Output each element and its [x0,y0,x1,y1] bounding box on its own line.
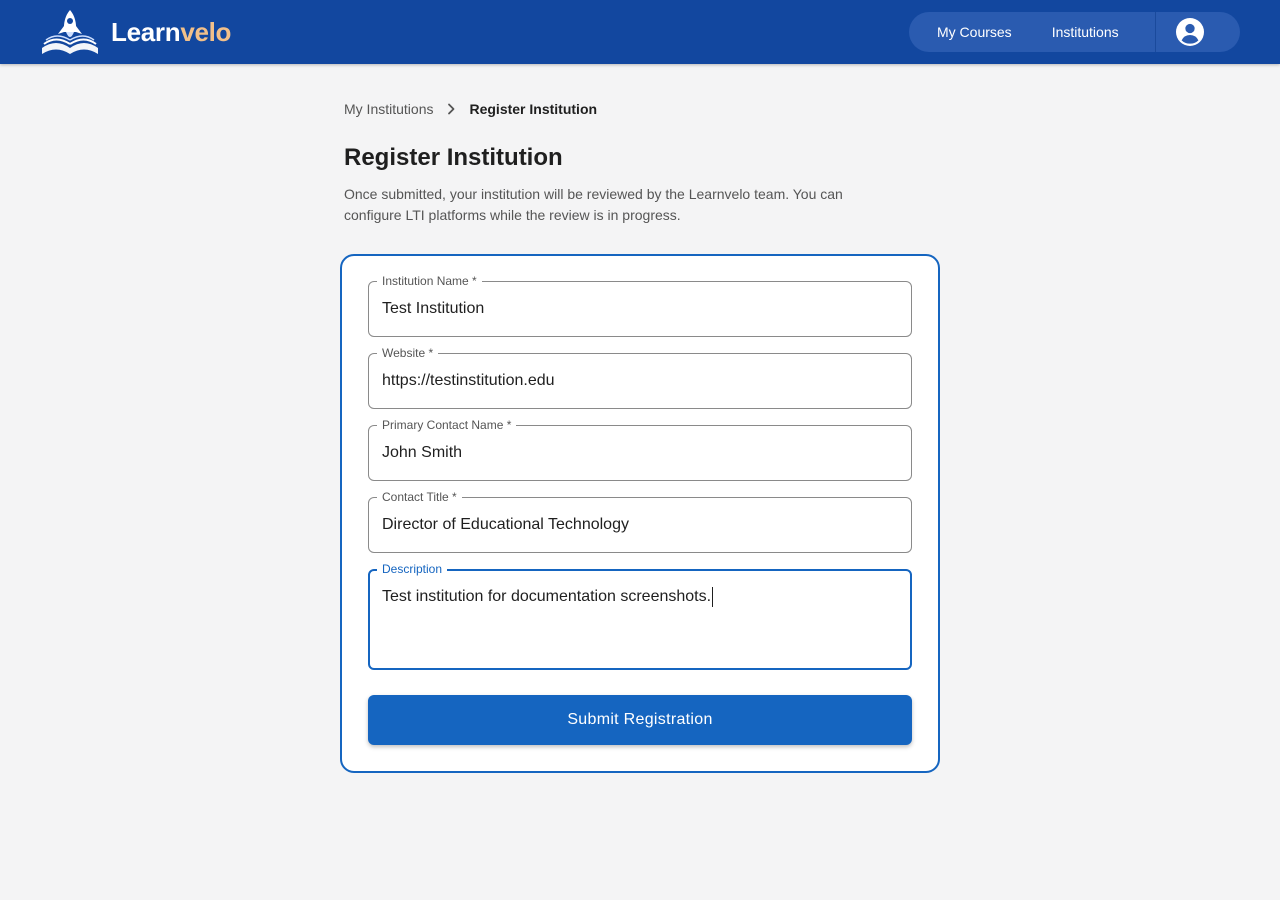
description-label: Description [377,562,448,576]
contact-title-input[interactable]: Director of Educational Technology [382,515,898,535]
account-circle-icon [1175,18,1204,46]
brand-name: Learnvelo [111,8,231,56]
main-nav: My Courses Institutions [909,12,1240,52]
breadcrumb-my-institutions[interactable]: My Institutions [344,101,433,117]
contact-title-field[interactable]: Contact Title * Director of Educational … [368,490,912,553]
page-description: Once submitted, your institution will be… [344,186,843,223]
registration-form-card: Institution Name * Test Institution Webs… [340,254,940,773]
contact-title-label: Contact Title * [377,490,462,504]
primary-contact-name-label: Primary Contact Name * [377,418,517,432]
description-text: Test institution for documentation scree… [382,588,712,605]
primary-contact-name-field[interactable]: Primary Contact Name * John Smith [368,418,912,481]
institution-name-input[interactable]: Test Institution [382,299,898,319]
brand-name-part2: velo [180,17,232,47]
nav-my-courses[interactable]: My Courses [909,12,1032,52]
top-app-bar: Learnvelo My Courses Institutions [0,0,1280,64]
submit-registration-button[interactable]: Submit Registration [368,695,912,745]
text-caret [712,587,714,607]
brand[interactable]: Learnvelo [40,8,231,56]
website-field[interactable]: Website * https://testinstitution.edu [368,346,912,409]
primary-contact-name-input[interactable]: John Smith [382,443,898,463]
rocket-book-logo [42,10,98,54]
description-field[interactable]: Description Test institution for documen… [368,562,912,670]
institution-name-label: Institution Name * [377,274,482,288]
brand-name-part1: Learn [111,17,181,47]
account-button[interactable] [1156,12,1224,52]
breadcrumb-current: Register Institution [469,101,598,117]
website-input[interactable]: https://testinstitution.edu [382,371,898,391]
page-title: Register Institution [344,144,563,171]
website-label: Website * [377,346,439,360]
breadcrumb: My Institutions Register Institution [344,100,597,118]
chevron-right-icon [433,100,469,118]
description-textarea[interactable]: Test institution for documentation scree… [382,587,897,607]
nav-institutions[interactable]: Institutions [1032,12,1139,52]
institution-name-field[interactable]: Institution Name * Test Institution [368,274,912,337]
